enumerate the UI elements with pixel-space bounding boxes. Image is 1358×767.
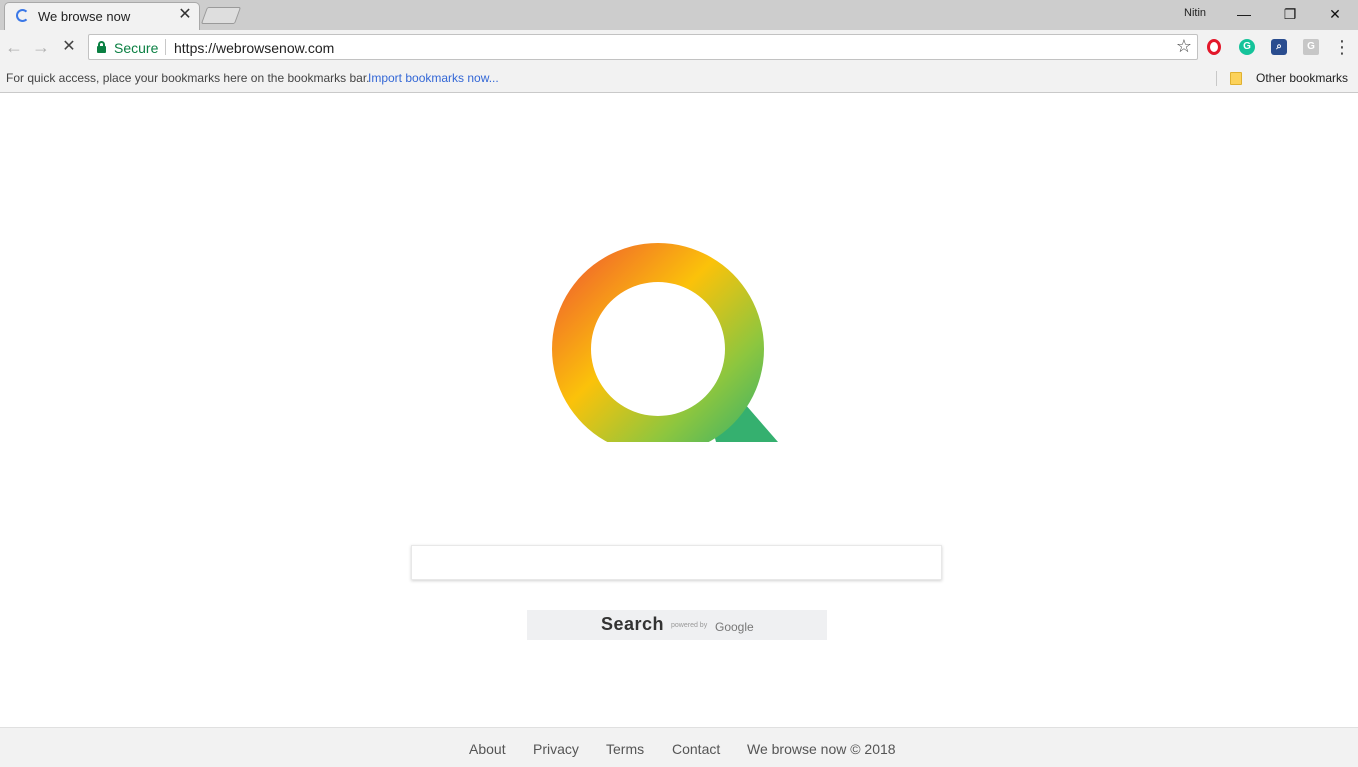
q-logo-icon — [540, 243, 790, 450]
forward-button[interactable]: → — [29, 35, 53, 59]
folder-icon[interactable] — [1230, 72, 1242, 85]
lock-icon — [97, 41, 106, 53]
page-footer: About Privacy Terms Contact We browse no… — [0, 727, 1358, 767]
url-text[interactable]: https://webrowsenow.com — [174, 40, 334, 56]
loading-spinner-icon — [16, 9, 29, 22]
search-button[interactable]: Search powered by Google — [527, 610, 827, 640]
profile-name[interactable]: Nitin — [1184, 7, 1206, 19]
title-bar: We browse now ✕ Nitin — ❐ ✕ — [0, 0, 1358, 30]
secure-label[interactable]: Secure — [114, 40, 158, 56]
new-tab-button[interactable] — [200, 7, 242, 24]
search-button-label: Search — [601, 614, 665, 634]
g-extension-icon[interactable]: G — [1303, 39, 1319, 55]
footer-link-contact[interactable]: Contact — [672, 741, 720, 757]
restore-button[interactable]: ❐ — [1267, 0, 1313, 28]
search-extension-icon[interactable]: ⌕ — [1271, 39, 1287, 55]
bookmarks-bar: For quick access, place your bookmarks h… — [0, 64, 1358, 93]
tab-close-button[interactable]: ✕ — [177, 7, 193, 23]
bookmark-star-icon[interactable]: ☆ — [1176, 36, 1192, 57]
close-window-button[interactable]: ✕ — [1312, 0, 1358, 28]
bookmarks-divider — [1216, 71, 1217, 86]
footer-copyright: We browse now © 2018 — [747, 741, 896, 757]
tab-title: We browse now — [38, 9, 131, 24]
address-bar[interactable]: Secure https://webrowsenow.com ☆ — [88, 34, 1198, 60]
import-bookmarks-link[interactable]: Import bookmarks now... — [368, 71, 499, 85]
footer-link-terms[interactable]: Terms — [606, 741, 644, 757]
address-divider — [165, 39, 166, 55]
opera-extension-icon[interactable] — [1207, 39, 1221, 55]
stop-loading-button[interactable]: ✕ — [57, 35, 81, 59]
footer-link-privacy[interactable]: Privacy — [533, 741, 579, 757]
back-button[interactable]: ← — [2, 35, 26, 59]
browser-toolbar: ← → ✕ Secure https://webrowsenow.com ☆ G… — [0, 30, 1358, 64]
browser-tab[interactable]: We browse now ✕ — [4, 2, 200, 30]
footer-link-about[interactable]: About — [469, 741, 506, 757]
other-bookmarks[interactable]: Other bookmarks — [1256, 71, 1348, 85]
search-input[interactable] — [411, 545, 942, 580]
minimize-button[interactable]: — — [1221, 0, 1267, 28]
powered-by-text: powered by — [671, 622, 708, 629]
bookmarks-hint: For quick access, place your bookmarks h… — [6, 71, 370, 85]
browser-menu-icon[interactable]: ⋮ — [1332, 36, 1352, 58]
grammarly-extension-icon[interactable]: G — [1239, 39, 1255, 55]
google-brand-text: Google — [715, 620, 754, 634]
